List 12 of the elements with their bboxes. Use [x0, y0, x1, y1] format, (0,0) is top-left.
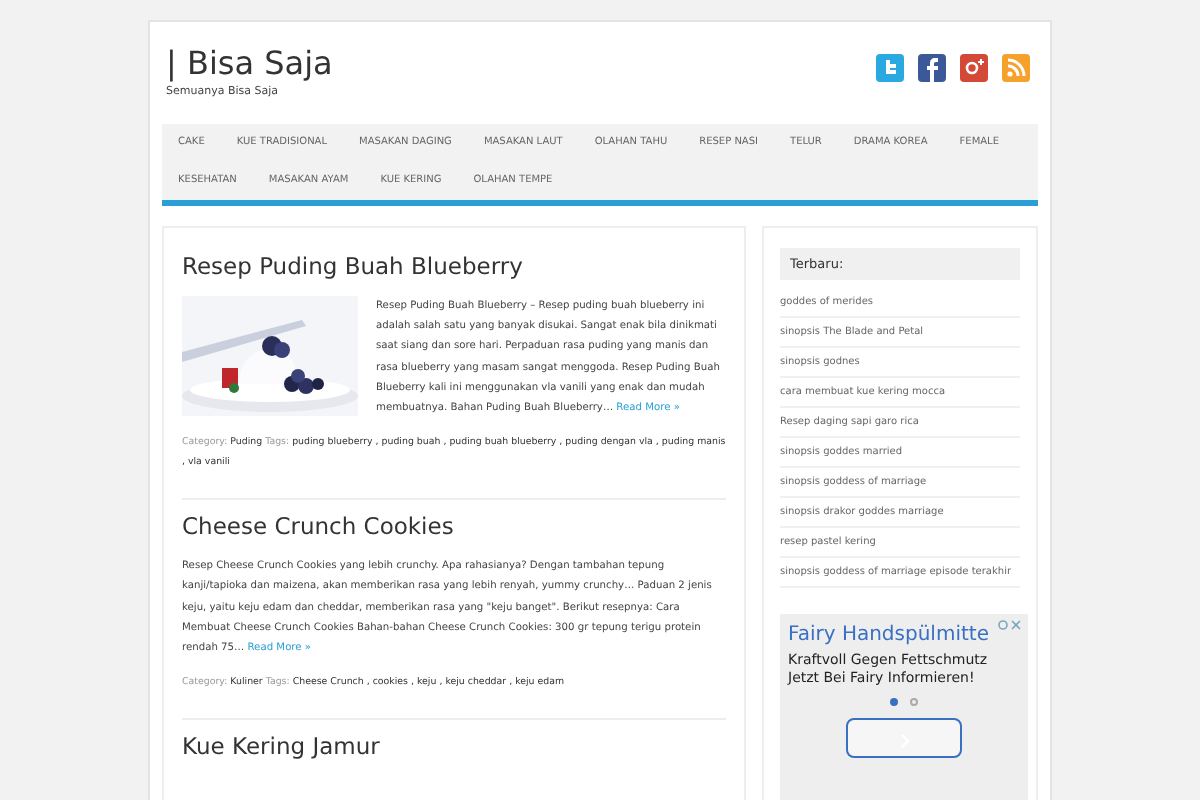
ad-headline[interactable]: Fairy Handspülmitte — [788, 622, 1020, 648]
post-title[interactable]: Cheese Crunch Cookies — [182, 512, 726, 541]
pager-dot[interactable] — [890, 698, 898, 706]
googleplus-icon[interactable] — [960, 54, 988, 82]
post-title[interactable]: Kue Kering Jamur — [182, 732, 726, 761]
site-title[interactable]: | Bisa Saja — [166, 46, 333, 82]
next-button[interactable] — [846, 718, 962, 758]
pager-dot[interactable] — [910, 698, 918, 706]
ad-close-icon[interactable] — [998, 620, 1022, 630]
facebook-icon[interactable] — [918, 54, 946, 82]
twitter-icon[interactable] — [876, 54, 904, 82]
post-title[interactable]: Resep Puding Buah Blueberry — [182, 252, 726, 280]
